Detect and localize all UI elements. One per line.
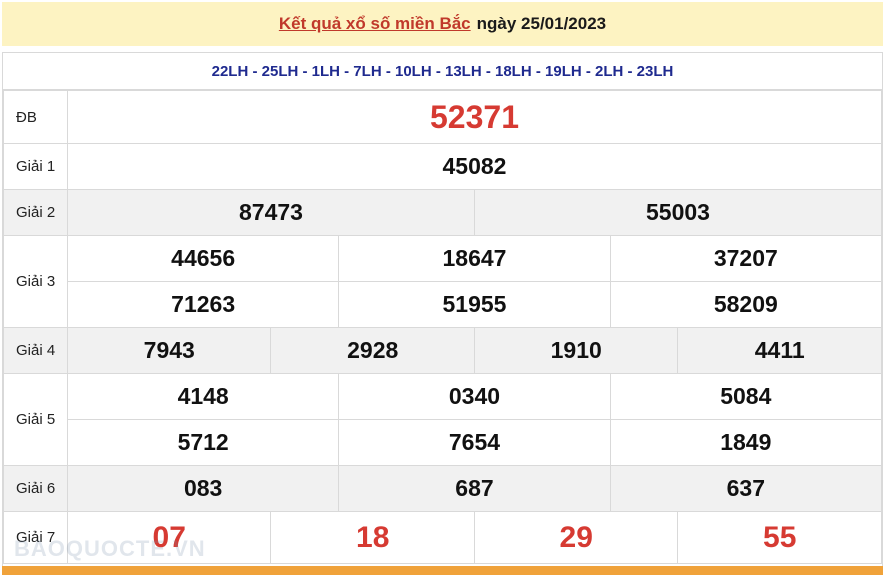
prize-number: 55003 bbox=[473, 189, 883, 236]
special-prize-number: 52371 bbox=[67, 90, 882, 144]
prize-number: 1849 bbox=[609, 419, 883, 466]
prize-number: 5084 bbox=[609, 373, 883, 420]
result-date: ngày 25/01/2023 bbox=[476, 14, 607, 33]
prize-row-db: ĐB 52371 bbox=[3, 90, 882, 144]
prize-number: 44656 bbox=[66, 235, 340, 282]
prize-row-g2: Giải 2 87473 55003 bbox=[3, 189, 883, 236]
prize-number: 5712 bbox=[66, 419, 340, 466]
prize-row-g3b: 71263 51955 58209 bbox=[4, 281, 883, 328]
prize-label: Giải 5 bbox=[3, 373, 68, 466]
prize-number: 4148 bbox=[66, 373, 340, 420]
prize-label: Giải 1 bbox=[3, 143, 68, 190]
prize-row-g3: Giải 3 44656 18647 37207 bbox=[3, 235, 883, 328]
prize-label: ĐB bbox=[3, 90, 68, 144]
prize-label: Giải 6 bbox=[3, 465, 68, 512]
page-header: Kết quả xổ số miền Bắc ngày 25/01/2023 bbox=[2, 2, 883, 46]
prize-row-g1: Giải 1 45082 bbox=[3, 143, 882, 190]
prize-label: Giải 3 bbox=[3, 235, 68, 328]
prize-number: 37207 bbox=[609, 235, 883, 282]
prize-row-g6: Giải 6 083 687 637 bbox=[3, 465, 883, 512]
bottom-bar bbox=[2, 566, 883, 575]
ticket-codes: 22LH - 25LH - 1LH - 7LH - 10LH - 13LH - … bbox=[3, 53, 882, 90]
prize-label: Giải 2 bbox=[3, 189, 68, 236]
prize-label: Giải 4 bbox=[3, 327, 68, 374]
results-link[interactable]: Kết quả xổ số miền Bắc bbox=[279, 14, 471, 34]
prize-row-g4: Giải 4 7943 2928 1910 4411 bbox=[3, 327, 882, 374]
prize-number: 71263 bbox=[66, 281, 340, 328]
prize-number: 4411 bbox=[677, 327, 882, 374]
prize-row-g5b: 5712 7654 1849 bbox=[4, 419, 883, 466]
prize-number: 687 bbox=[338, 465, 611, 512]
prize-number: 0340 bbox=[338, 373, 611, 420]
prize-number: 87473 bbox=[67, 189, 475, 236]
prize-row-g7: Giải 7 07 18 29 55 bbox=[3, 511, 882, 564]
prize-number: 637 bbox=[609, 465, 883, 512]
results-sheet: 22LH - 25LH - 1LH - 7LH - 10LH - 13LH - … bbox=[2, 52, 883, 572]
prize-row-g5: Giải 5 4148 0340 5084 bbox=[3, 373, 883, 466]
prize-number: 58209 bbox=[609, 281, 883, 328]
prize-number-red: 18 bbox=[270, 511, 475, 564]
prize-number: 7654 bbox=[338, 419, 611, 466]
prize-number: 2928 bbox=[270, 327, 475, 374]
prize-number: 51955 bbox=[338, 281, 611, 328]
prize-label: Giải 7 bbox=[3, 511, 68, 564]
prize-table: ĐB 52371 Giải 1 45082 Giải 2 87473 55003… bbox=[3, 90, 883, 564]
prize-number-red: 29 bbox=[473, 511, 679, 564]
prize-number: 7943 bbox=[66, 327, 272, 374]
prize-number-red: 07 bbox=[66, 511, 272, 564]
prize-number-red: 55 bbox=[677, 511, 882, 564]
prize-number: 083 bbox=[66, 465, 340, 512]
prize-number: 45082 bbox=[67, 143, 882, 190]
prize-number: 1910 bbox=[473, 327, 679, 374]
prize-number: 18647 bbox=[338, 235, 611, 282]
